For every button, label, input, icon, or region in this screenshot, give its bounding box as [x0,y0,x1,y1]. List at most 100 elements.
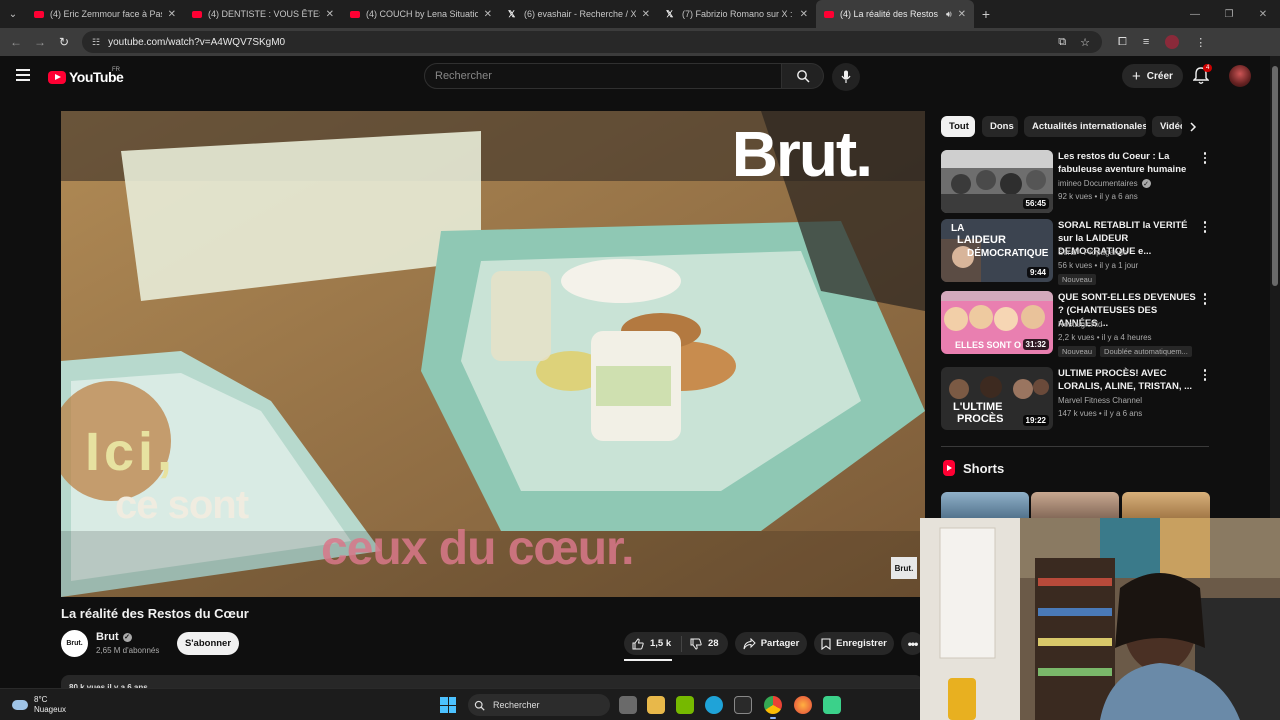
close-window-icon[interactable]: ✕ [1246,9,1280,20]
browser-tab[interactable]: (4) DENTISTE : VOUS ÊTES SALES ✕ [184,0,342,28]
youtube-icon [192,10,202,18]
webcam-overlay [920,518,1280,720]
maximize-icon[interactable]: ❐ [1212,9,1246,20]
search-input[interactable]: Rechercher [424,63,782,89]
browser-tab-active[interactable]: (4) La réalité des Restos du Cœur 🔊︎ ✕ [816,0,974,28]
recommended-video[interactable]: 56:45 Les restos du Coeur : La fabuleuse… [941,150,1209,214]
video-thumbnail[interactable]: 56:45 [941,150,1053,213]
share-label: Partager [760,638,800,649]
voice-search-button[interactable] [832,63,860,91]
video-meta: 2,2 k vues • il y a 4 heures [1058,333,1152,342]
browser-tab[interactable]: 𝕏 (7) Fabrizio Romano sur X : "Ca ✕ [658,0,816,28]
video-thumbnail[interactable]: LA LAIDEUR DÉMOCRATIQUE 9:44 [941,219,1053,282]
more-vertical-icon[interactable] [1201,152,1209,164]
media-controls-icon[interactable]: ≡ [1143,36,1149,48]
microphone-icon [841,70,851,83]
recommended-video[interactable]: L'ULTIME PROCÈS 19:22 ULTIME PROCÈS! AVE… [941,367,1209,431]
tab-title: (4) La réalité des Restos du Cœur [840,9,940,19]
taskbar-search[interactable]: Rechercher [468,694,610,716]
task-view-icon[interactable] [619,696,637,714]
temperature: 8°C [34,695,48,704]
youtube-masthead: YouTube FR Rechercher + Créer 4 [0,56,1270,98]
edge-icon[interactable] [705,696,723,714]
video-duration: 31:32 [1022,339,1049,350]
create-button[interactable]: + Créer [1122,64,1183,88]
url-bar[interactable]: ☷ youtube.com/watch?v=A4WQV7SKgM0 ⧉ ☆ [82,31,1102,53]
tab-search-menu-icon[interactable]: ⌄ [0,0,26,28]
close-icon[interactable]: ✕ [958,9,966,20]
save-button[interactable]: Enregistrer [814,632,894,655]
url-text: youtube.com/watch?v=A4WQV7SKgM0 [108,36,286,48]
extensions-icon[interactable]: ⧠ [1118,36,1127,49]
cast-icon[interactable]: ⧉ [1058,36,1066,49]
country-code: FR [112,67,120,73]
channel-avatar[interactable]: Brut. [61,630,88,657]
like-dislike-group: 1,5 k 28 [624,632,728,655]
notification-count-badge: 4 [1203,64,1213,72]
browser-menu-icon[interactable]: ⋮ [1195,36,1206,49]
chip-dons[interactable]: Dons [982,116,1018,137]
close-icon[interactable]: ✕ [800,9,808,20]
weather-widget[interactable]: 8°C Nuageux [12,695,66,715]
firefox-icon[interactable] [794,696,812,714]
video-thumbnail[interactable]: ELLES SONT O 31:32 [941,291,1053,354]
recommended-video[interactable]: LA LAIDEUR DÉMOCRATIQUE 9:44 SORAL RETAB… [941,219,1209,285]
bookmark-star-icon[interactable]: ☆ [1080,36,1090,49]
badges: Nouveau [1058,274,1097,285]
thumbs-up-icon [632,637,644,649]
hamburger-menu-icon[interactable] [16,69,30,81]
chip-videos[interactable]: Vidéos [1152,116,1182,137]
close-icon[interactable]: ✕ [484,9,492,20]
verified-check-icon: ✓ [1141,179,1151,188]
share-button[interactable]: Partager [735,632,807,655]
video-duration: 19:22 [1022,415,1049,426]
address-bar-row: ← → ↻ ☷ youtube.com/watch?v=A4WQV7SKgM0 … [0,28,1280,56]
x-icon: 𝕏 [508,9,516,19]
video-thumbnail[interactable]: L'ULTIME PROCÈS 19:22 [941,367,1053,430]
auto-dubbed-badge: Doublée automatiquem... [1100,346,1192,357]
back-icon[interactable]: ← [4,35,28,49]
windows-taskbar: 8°C Nuageux Rechercher [0,688,920,720]
video-player[interactable]: Brut. Ici, ce sont ceux du cœur. Brut. [61,111,925,597]
dislike-button[interactable]: 28 [682,638,719,650]
search-button[interactable] [782,63,824,89]
forward-icon[interactable]: → [28,35,52,49]
nvidia-icon[interactable] [676,696,694,714]
search-icon [474,700,485,711]
reload-icon[interactable]: ↻ [52,35,76,49]
streaming-app-icon[interactable] [823,696,841,714]
more-vertical-icon[interactable] [1201,221,1209,233]
minimize-icon[interactable]: — [1178,9,1212,20]
video-caption-line3: ceux du cœur. [321,522,634,575]
store-icon[interactable] [734,696,752,714]
age: il y a 6 ans [1099,192,1138,201]
close-icon[interactable]: ✕ [168,9,176,20]
subscribe-button[interactable]: S'abonner [177,632,239,655]
chip-tout[interactable]: Tout [941,116,975,137]
more-vertical-icon[interactable] [1201,293,1209,305]
more-vertical-icon[interactable] [1201,369,1209,381]
speaker-icon[interactable]: 🔊︎ [946,9,952,20]
scrollbar-thumb[interactable] [1272,66,1278,286]
file-explorer-icon[interactable] [647,696,665,714]
recommended-video[interactable]: ELLES SONT O 31:32 QUE SONT-ELLES DEVENU… [941,291,1209,357]
chip-actualites-internationales[interactable]: Actualités internationales [1024,116,1146,137]
browser-tab[interactable]: (4) COUCH by Lena Situations ✕ [342,0,500,28]
account-avatar[interactable] [1229,65,1251,87]
share-arrow-icon [743,637,756,649]
thumbnail-text: LA [951,223,965,234]
windows-start-icon[interactable] [440,697,456,713]
profile-avatar[interactable] [1165,35,1180,49]
browser-tab[interactable]: 𝕏 (6) evashair - Recherche / X ✕ [500,0,658,28]
browser-tab[interactable]: (4) Eric Zemmour face à Pascal Praud ✕ [26,0,184,28]
new-tab-button[interactable]: + [974,6,998,22]
chevron-right-icon[interactable] [1182,116,1204,138]
chrome-icon[interactable] [764,696,782,719]
close-icon[interactable]: ✕ [642,9,650,20]
like-button[interactable]: 1,5 k [624,635,682,652]
close-icon[interactable]: ✕ [326,9,334,20]
channel-name-row[interactable]: Brut ✓ [96,631,132,643]
site-info-icon[interactable]: ☷ [92,37,100,48]
save-label: Enregistrer [836,638,887,649]
screen: ⌄ (4) Eric Zemmour face à Pascal Praud ✕… [0,0,1280,720]
